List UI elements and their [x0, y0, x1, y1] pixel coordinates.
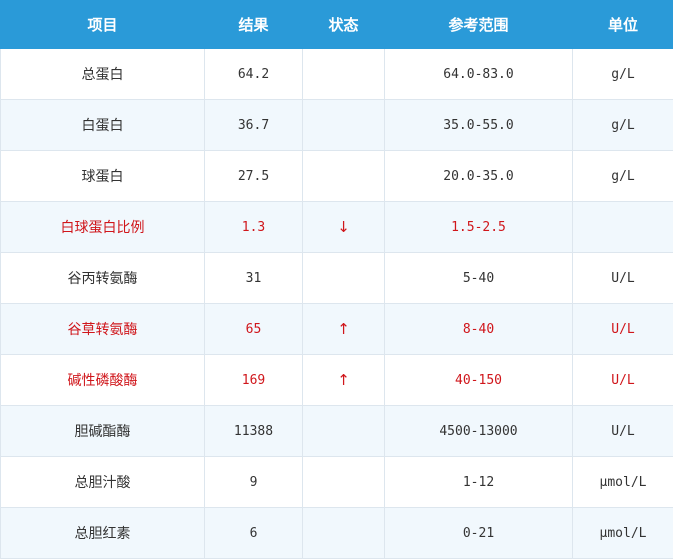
cell-unit: μmol/L	[572, 456, 673, 508]
cell-result: 64.2	[204, 48, 303, 100]
cell-result: 11388	[204, 405, 303, 457]
cell-range: 1-12	[384, 456, 573, 508]
table-row: 白球蛋白比例 1.3 ↓ 1.5-2.5	[0, 201, 673, 253]
cell-result: 65	[204, 303, 303, 355]
table-row: 碱性磷酸酶 169 ↑ 40-150 U/L	[0, 354, 673, 406]
table-row: 总胆汁酸 9 1-12 μmol/L	[0, 456, 673, 508]
cell-status	[302, 48, 385, 100]
cell-result: 1.3	[204, 201, 303, 253]
cell-unit: μmol/L	[572, 507, 673, 559]
cell-status	[302, 252, 385, 304]
header-item: 项目	[0, 0, 205, 49]
cell-item: 谷丙转氨酶	[0, 252, 205, 304]
cell-item: 总胆红素	[0, 507, 205, 559]
cell-range: 5-40	[384, 252, 573, 304]
cell-unit: U/L	[572, 303, 673, 355]
cell-range: 40-150	[384, 354, 573, 406]
cell-unit: U/L	[572, 252, 673, 304]
cell-status-arrow-down: ↓	[302, 201, 385, 253]
cell-range: 8-40	[384, 303, 573, 355]
cell-status	[302, 405, 385, 457]
cell-range: 0-21	[384, 507, 573, 559]
cell-status	[302, 456, 385, 508]
cell-status	[302, 150, 385, 202]
cell-unit	[572, 201, 673, 253]
table-row: 胆碱酯酶 11388 4500-13000 U/L	[0, 405, 673, 457]
table-row: 白蛋白 36.7 35.0-55.0 g/L	[0, 99, 673, 151]
cell-range: 35.0-55.0	[384, 99, 573, 151]
table-row: 总蛋白 64.2 64.0-83.0 g/L	[0, 48, 673, 100]
table-row: 总胆红素 6 0-21 μmol/L	[0, 507, 673, 559]
header-row: 项目 结果 状态 参考范围 单位	[0, 0, 673, 49]
cell-result: 6	[204, 507, 303, 559]
table-header: 项目 结果 状态 参考范围 单位	[0, 0, 673, 49]
table-body: 总蛋白 64.2 64.0-83.0 g/L 白蛋白 36.7 35.0-55.…	[0, 48, 673, 559]
cell-item: 白球蛋白比例	[0, 201, 205, 253]
cell-item: 球蛋白	[0, 150, 205, 202]
cell-status-arrow-up: ↑	[302, 354, 385, 406]
table-row: 谷草转氨酶 65 ↑ 8-40 U/L	[0, 303, 673, 355]
table-row: 球蛋白 27.5 20.0-35.0 g/L	[0, 150, 673, 202]
cell-unit: U/L	[572, 354, 673, 406]
cell-result: 9	[204, 456, 303, 508]
cell-result: 27.5	[204, 150, 303, 202]
lab-results-table: 项目 结果 状态 参考范围 单位 总蛋白 64.2 64.0-83.0 g/L …	[0, 0, 673, 559]
cell-item: 碱性磷酸酶	[0, 354, 205, 406]
cell-item: 谷草转氨酶	[0, 303, 205, 355]
cell-range: 1.5-2.5	[384, 201, 573, 253]
cell-result: 169	[204, 354, 303, 406]
table-row: 谷丙转氨酶 31 5-40 U/L	[0, 252, 673, 304]
cell-status	[302, 507, 385, 559]
cell-item: 总蛋白	[0, 48, 205, 100]
cell-unit: g/L	[572, 48, 673, 100]
cell-range: 20.0-35.0	[384, 150, 573, 202]
cell-result: 36.7	[204, 99, 303, 151]
cell-result: 31	[204, 252, 303, 304]
header-unit: 单位	[572, 0, 673, 49]
cell-item: 胆碱酯酶	[0, 405, 205, 457]
cell-range: 64.0-83.0	[384, 48, 573, 100]
cell-range: 4500-13000	[384, 405, 573, 457]
header-result: 结果	[204, 0, 303, 49]
header-status: 状态	[302, 0, 385, 49]
header-range: 参考范围	[384, 0, 573, 49]
cell-item: 白蛋白	[0, 99, 205, 151]
cell-unit: U/L	[572, 405, 673, 457]
cell-status	[302, 99, 385, 151]
cell-unit: g/L	[572, 150, 673, 202]
cell-unit: g/L	[572, 99, 673, 151]
cell-item: 总胆汁酸	[0, 456, 205, 508]
cell-status-arrow-up: ↑	[302, 303, 385, 355]
